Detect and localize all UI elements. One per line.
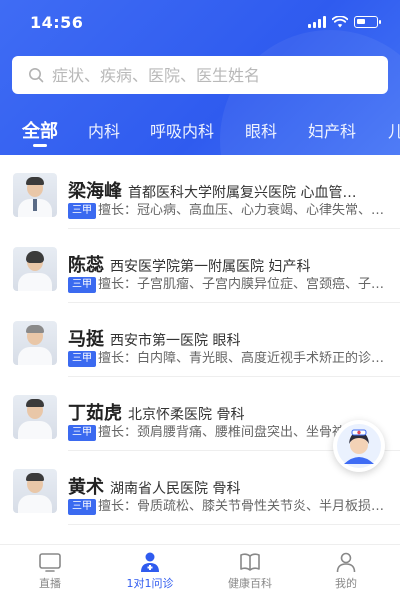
nav-profile-label: 我的 bbox=[335, 577, 357, 590]
nav-live[interactable]: 直播 bbox=[10, 551, 90, 591]
row-divider bbox=[68, 524, 400, 525]
nav-encyclopedia-label: 健康百科 bbox=[228, 577, 272, 590]
doctor-hospital: 首都医科大学附属复兴医院 心血管… bbox=[128, 185, 357, 201]
doctor-row[interactable]: 马挺 西安市第一医院 眼科 三甲 擅长：白内障、青光眼、高度近视手术矫正的诊… bbox=[0, 303, 400, 377]
doctor-avatar bbox=[13, 173, 57, 217]
hospital-grade-badge: 三甲 bbox=[68, 203, 96, 219]
doctor-title-line: 梁海峰 首都医科大学附属复兴医院 心血管… bbox=[68, 177, 388, 203]
doctor-hospital: 北京怀柔医院 骨科 bbox=[128, 407, 245, 423]
status-time: 14:56 bbox=[30, 13, 84, 32]
nav-consult[interactable]: 1对1问诊 bbox=[110, 551, 190, 591]
doctor-avatar bbox=[13, 469, 57, 513]
tab-all[interactable]: 全部 bbox=[22, 117, 58, 143]
doctor-avatar bbox=[13, 395, 57, 439]
doctor-icon bbox=[141, 552, 159, 572]
doctor-name: 马挺 bbox=[68, 329, 104, 350]
search-input[interactable] bbox=[52, 65, 352, 85]
book-icon bbox=[240, 553, 260, 571]
status-bar: 14:56 bbox=[0, 0, 400, 44]
doctor-avatar bbox=[13, 247, 57, 291]
tv-icon bbox=[39, 553, 61, 572]
nurse-assistant-button[interactable] bbox=[333, 420, 385, 472]
doctor-list: 梁海峰 首都医科大学附属复兴医院 心血管… 三甲 擅长：冠心病、高血压、心力衰竭、… bbox=[0, 155, 400, 544]
doctor-row[interactable]: 陈蕊 西安医学院第一附属医院 妇产科 三甲 擅长：子宫肌瘤、子宫内膜异位症、宫颈癌… bbox=[0, 229, 400, 303]
doctor-row[interactable]: 梁海峰 首都医科大学附属复兴医院 心血管… 三甲 擅长：冠心病、高血压、心力衰竭、… bbox=[0, 155, 400, 229]
doctor-skills: 擅长：白内障、青光眼、高度近视手术矫正的诊… bbox=[98, 351, 385, 366]
doctor-title-line: 马挺 西安市第一医院 眼科 bbox=[68, 325, 388, 351]
doctor-title-line: 陈蕊 西安医学院第一附属医院 妇产科 bbox=[68, 251, 388, 277]
hospital-grade-badge: 三甲 bbox=[68, 499, 96, 515]
doctor-hospital: 西安医学院第一附属医院 妇产科 bbox=[110, 259, 311, 275]
doctor-name: 梁海峰 bbox=[68, 181, 122, 202]
battery-icon bbox=[354, 16, 381, 28]
doctor-name: 陈蕊 bbox=[68, 255, 104, 276]
status-icons bbox=[308, 16, 381, 28]
doctor-title-line: 黄术 湖南省人民医院 骨科 bbox=[68, 473, 388, 499]
doctor-hospital: 西安市第一医院 眼科 bbox=[110, 333, 241, 349]
nav-consult-label: 1对1问诊 bbox=[126, 577, 174, 590]
header: 14:56 全部 内科 呼吸内科 眼科 妇产科 儿 bbox=[0, 0, 400, 155]
active-tab-indicator bbox=[33, 144, 47, 147]
doctor-skills: 擅长：冠心病、高血压、心力衰竭、心律失常、… bbox=[98, 203, 385, 218]
tab-internal-medicine[interactable]: 内科 bbox=[88, 118, 120, 142]
tab-respiratory[interactable]: 呼吸内科 bbox=[150, 118, 214, 142]
user-icon bbox=[336, 552, 356, 573]
search-icon bbox=[29, 68, 44, 83]
doctor-skills: 擅长：子宫肌瘤、子宫内膜异位症、宫颈癌、子… bbox=[98, 277, 385, 292]
search-bar[interactable] bbox=[12, 56, 388, 94]
wifi-icon bbox=[332, 16, 348, 28]
hospital-grade-badge: 三甲 bbox=[68, 351, 96, 367]
nav-live-label: 直播 bbox=[39, 577, 61, 590]
nav-encyclopedia[interactable]: 健康百科 bbox=[210, 551, 290, 591]
category-tabs: 全部 内科 呼吸内科 眼科 妇产科 儿 bbox=[0, 112, 400, 152]
doctor-avatar bbox=[13, 321, 57, 365]
doctor-name: 丁茹虎 bbox=[68, 403, 122, 424]
doctor-name: 黄术 bbox=[68, 477, 104, 498]
doctor-skills: 擅长：骨质疏松、膝关节骨性关节炎、半月板损… bbox=[98, 499, 385, 514]
hospital-grade-badge: 三甲 bbox=[68, 425, 96, 441]
nurse-icon bbox=[337, 424, 381, 468]
signal-icon bbox=[308, 16, 326, 28]
bottom-tab-bar: 直播 1对1问诊 健康百科 我的 bbox=[0, 544, 400, 600]
nav-profile[interactable]: 我的 bbox=[306, 551, 386, 591]
tab-pediatrics[interactable]: 儿 bbox=[388, 118, 400, 142]
tab-obstetrics[interactable]: 妇产科 bbox=[308, 118, 356, 142]
tab-ophthalmology[interactable]: 眼科 bbox=[245, 118, 277, 142]
doctor-hospital: 湖南省人民医院 骨科 bbox=[110, 481, 241, 497]
hospital-grade-badge: 三甲 bbox=[68, 277, 96, 293]
